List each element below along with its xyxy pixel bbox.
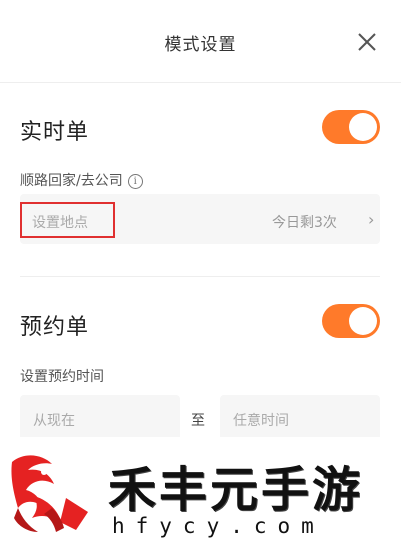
reservation-toggle[interactable] [322, 304, 380, 338]
page-title: 模式设置 [164, 35, 237, 55]
info-icon[interactable]: i [127, 174, 143, 189]
toggle-knob [349, 307, 377, 335]
watermark-brand: 禾丰元手游 [108, 462, 364, 518]
header: 模式设置 [0, 0, 401, 83]
realtime-title: 实时单 [20, 120, 90, 145]
to-text: 至 [191, 413, 205, 429]
chevron-right-icon: › [368, 210, 375, 229]
watermark-domain: hfycy.com [112, 514, 325, 538]
remaining-count: 今日剩3次 [272, 215, 337, 231]
toggle-knob [349, 113, 377, 141]
section-divider [20, 276, 380, 277]
route-label: 顺路回家/去公司 [20, 173, 123, 189]
route-label-row: 顺路回家/去公司 i [20, 170, 143, 190]
reservation-title: 预约单 [20, 315, 90, 340]
end-time-placeholder: 任意时间 [233, 413, 289, 429]
watermark-logo [11, 455, 88, 532]
realtime-toggle[interactable] [322, 110, 380, 144]
close-icon[interactable] [356, 31, 378, 53]
start-time-field[interactable]: 从现在 [20, 395, 180, 443]
time-label: 设置预约时间 [20, 369, 104, 385]
address-placeholder[interactable]: 设置地点 [32, 212, 88, 232]
start-time-placeholder: 从现在 [33, 413, 75, 429]
end-time-field[interactable]: 任意时间 [220, 395, 380, 443]
